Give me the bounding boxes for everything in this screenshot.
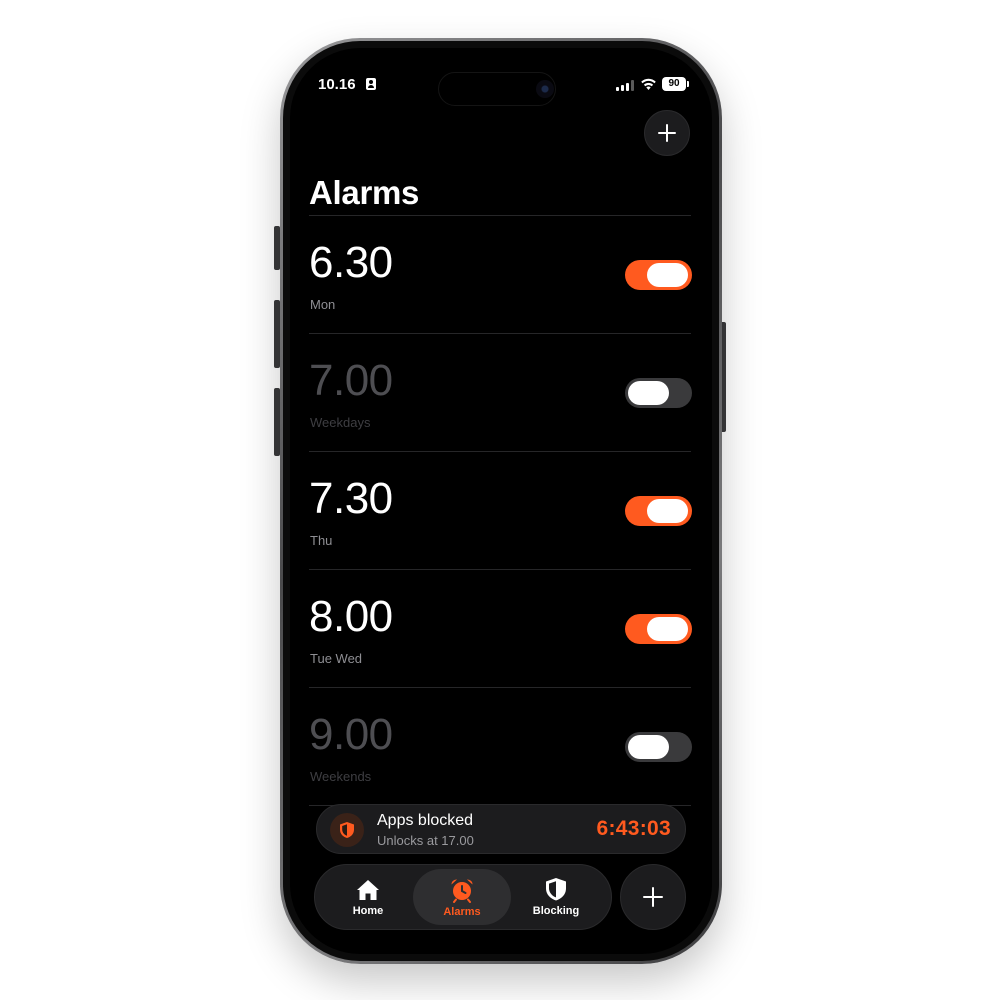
tab-alarms[interactable]: Alarms <box>413 869 511 925</box>
tab-label: Home <box>352 904 384 917</box>
cellular-signal-icon <box>616 80 634 91</box>
alarm-days: Weekends <box>310 769 372 784</box>
alarm-toggle[interactable] <box>625 732 692 762</box>
tab-label: Blocking <box>532 905 580 917</box>
alarm-days: Weekdays <box>310 415 371 430</box>
alarm-clock-icon <box>451 878 473 903</box>
add-alarm-button[interactable] <box>644 110 690 156</box>
alarm-time: 9.00 <box>309 710 393 759</box>
alarm-days: Mon <box>310 297 336 312</box>
alarm-time: 6.30 <box>309 238 393 287</box>
toggle-knob <box>628 381 669 405</box>
alarm-days: Tue Wed <box>310 651 363 666</box>
front-camera <box>536 80 554 98</box>
banner-title: Apps blocked <box>377 812 474 829</box>
alarm-toggle[interactable] <box>625 260 692 290</box>
banner-badge <box>330 813 364 847</box>
alarm-row[interactable]: 6.30 Mon <box>309 216 692 334</box>
alarm-toggle[interactable] <box>625 496 692 526</box>
add-button[interactable] <box>620 864 686 930</box>
alarm-row[interactable]: 9.00 Weekends <box>309 688 692 806</box>
shield-icon <box>340 822 354 838</box>
toggle-knob <box>647 499 688 523</box>
alarm-row[interactable]: 7.30 Thu <box>309 452 692 570</box>
alarm-toggle[interactable] <box>625 614 692 644</box>
tab-bar: Home Alarms Blocking <box>314 864 612 930</box>
toggle-knob <box>628 735 669 759</box>
toggle-knob <box>647 617 688 641</box>
apps-blocked-banner[interactable]: Apps blocked Unlocks at 17.00 6:43:03 <box>316 804 686 854</box>
contact-card-icon <box>366 78 376 90</box>
house-icon <box>357 879 379 900</box>
stage: 10.16 90 Alarms 6.30 Mon 7.00 Weekdays 7… <box>0 0 1000 1000</box>
status-time: 10.16 <box>318 76 356 93</box>
alarm-row[interactable]: 7.00 Weekdays <box>309 334 692 452</box>
tab-label: Alarms <box>443 905 481 918</box>
plus-icon <box>643 887 663 907</box>
phone-frame: 10.16 90 Alarms 6.30 Mon 7.00 Weekdays 7… <box>280 38 722 964</box>
wifi-icon <box>641 78 656 90</box>
alarm-days: Thu <box>310 533 333 548</box>
shield-icon <box>546 878 566 901</box>
alarm-time: 7.00 <box>309 356 393 405</box>
toggle-knob <box>647 263 688 287</box>
screen: 10.16 90 Alarms 6.30 Mon 7.00 Weekdays 7… <box>290 48 712 954</box>
alarm-time: 7.30 <box>309 474 393 523</box>
alarm-time: 8.00 <box>309 592 393 641</box>
battery-indicator: 90 <box>662 77 689 91</box>
alarm-toggle[interactable] <box>625 378 692 408</box>
banner-subtitle: Unlocks at 17.00 <box>377 833 474 848</box>
countdown-timer: 6:43:03 <box>596 817 671 840</box>
tab-home[interactable]: Home <box>319 869 417 925</box>
tab-blocking[interactable]: Blocking <box>507 869 605 925</box>
alarm-row[interactable]: 8.00 Tue Wed <box>309 570 692 688</box>
plus-icon <box>658 124 676 142</box>
page-title: Alarms <box>309 174 420 211</box>
phone-bezel: 10.16 90 Alarms 6.30 Mon 7.00 Weekdays 7… <box>283 41 719 961</box>
